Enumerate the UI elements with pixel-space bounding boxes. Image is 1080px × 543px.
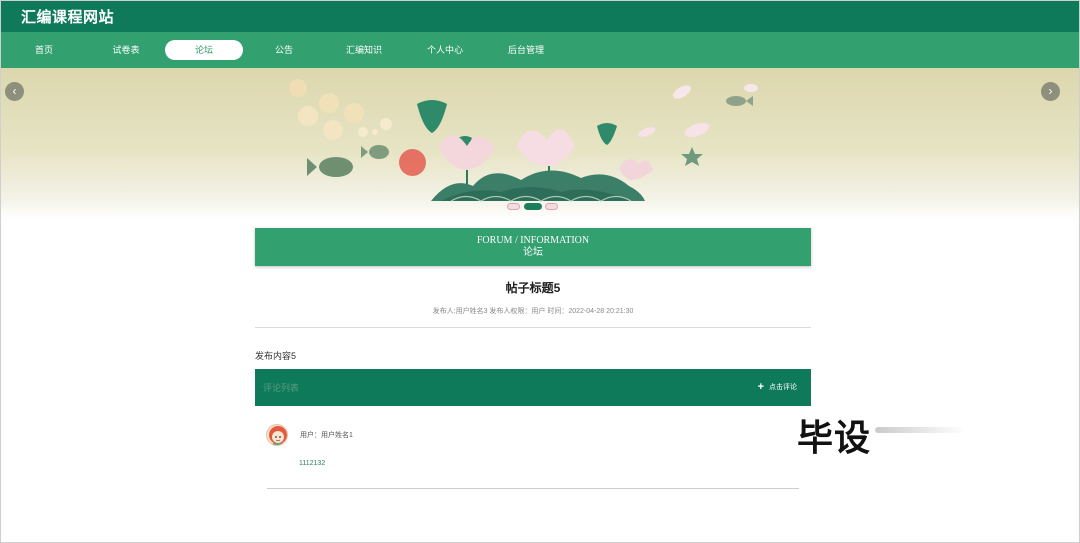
nav-item-exams[interactable]: 试卷表	[87, 40, 165, 60]
carousel-dot-1[interactable]	[507, 203, 520, 210]
site-title[interactable]: 汇编课程网站	[21, 6, 114, 27]
cursor-indicator	[399, 149, 426, 176]
comment-list-bar: 评论列表 + 点击评论	[255, 369, 811, 406]
chevron-left-icon[interactable]: ‹	[5, 82, 24, 101]
post-content: 发布内容5	[255, 351, 297, 361]
browser-viewport: 汇编课程网站 首页 试卷表 论坛 公告 汇编知识 个人中心 后台管理 ‹ › F…	[0, 0, 1080, 543]
comment-user: 用户：用户姓名1	[300, 432, 353, 439]
nav-item-forum[interactable]: 论坛	[165, 40, 243, 60]
banner-illustration	[289, 79, 758, 202]
carousel-dot-3[interactable]	[545, 203, 558, 210]
avatar-image	[269, 426, 287, 445]
forum-heading-cn: 论坛	[523, 247, 543, 258]
forum-heading-card: FORUM / INFORMATION 论坛	[255, 228, 811, 266]
forum-heading-en: FORUM / INFORMATION	[476, 235, 590, 246]
nav-item-home[interactable]: 首页	[5, 40, 83, 60]
chevron-right-icon[interactable]: ›	[1041, 82, 1060, 101]
banner-carousel[interactable]: ‹ ›	[1, 68, 1079, 220]
watermark-trail	[875, 427, 965, 433]
comment-text: 1112132	[299, 460, 326, 467]
comment-list-label: 评论列表	[263, 383, 300, 393]
carousel-dots	[507, 203, 559, 212]
post-title: 帖子标题5	[505, 281, 561, 295]
nav-item-knowledge[interactable]: 汇编知识	[325, 40, 403, 60]
avatar	[266, 424, 288, 446]
nav-item-profile[interactable]: 个人中心	[406, 40, 484, 60]
main-nav: 首页 试卷表 论坛 公告 汇编知识 个人中心 后台管理	[1, 32, 1079, 68]
carousel-dot-2[interactable]	[524, 203, 542, 210]
post-meta: 发布人:用户姓名3 发布人权限：用户 时间：2022-04-28 20:21:3…	[432, 308, 634, 315]
watermark-text: 毕设	[797, 417, 872, 458]
add-comment-button[interactable]: + 点击评论	[758, 381, 797, 393]
divider	[267, 488, 799, 489]
nav-item-announcements[interactable]: 公告	[245, 40, 323, 60]
divider	[255, 327, 811, 328]
nav-item-admin[interactable]: 后台管理	[487, 40, 565, 60]
plus-icon: +	[757, 381, 764, 393]
add-comment-label: 点击评论	[769, 384, 797, 391]
top-header: 汇编课程网站	[1, 1, 1079, 32]
